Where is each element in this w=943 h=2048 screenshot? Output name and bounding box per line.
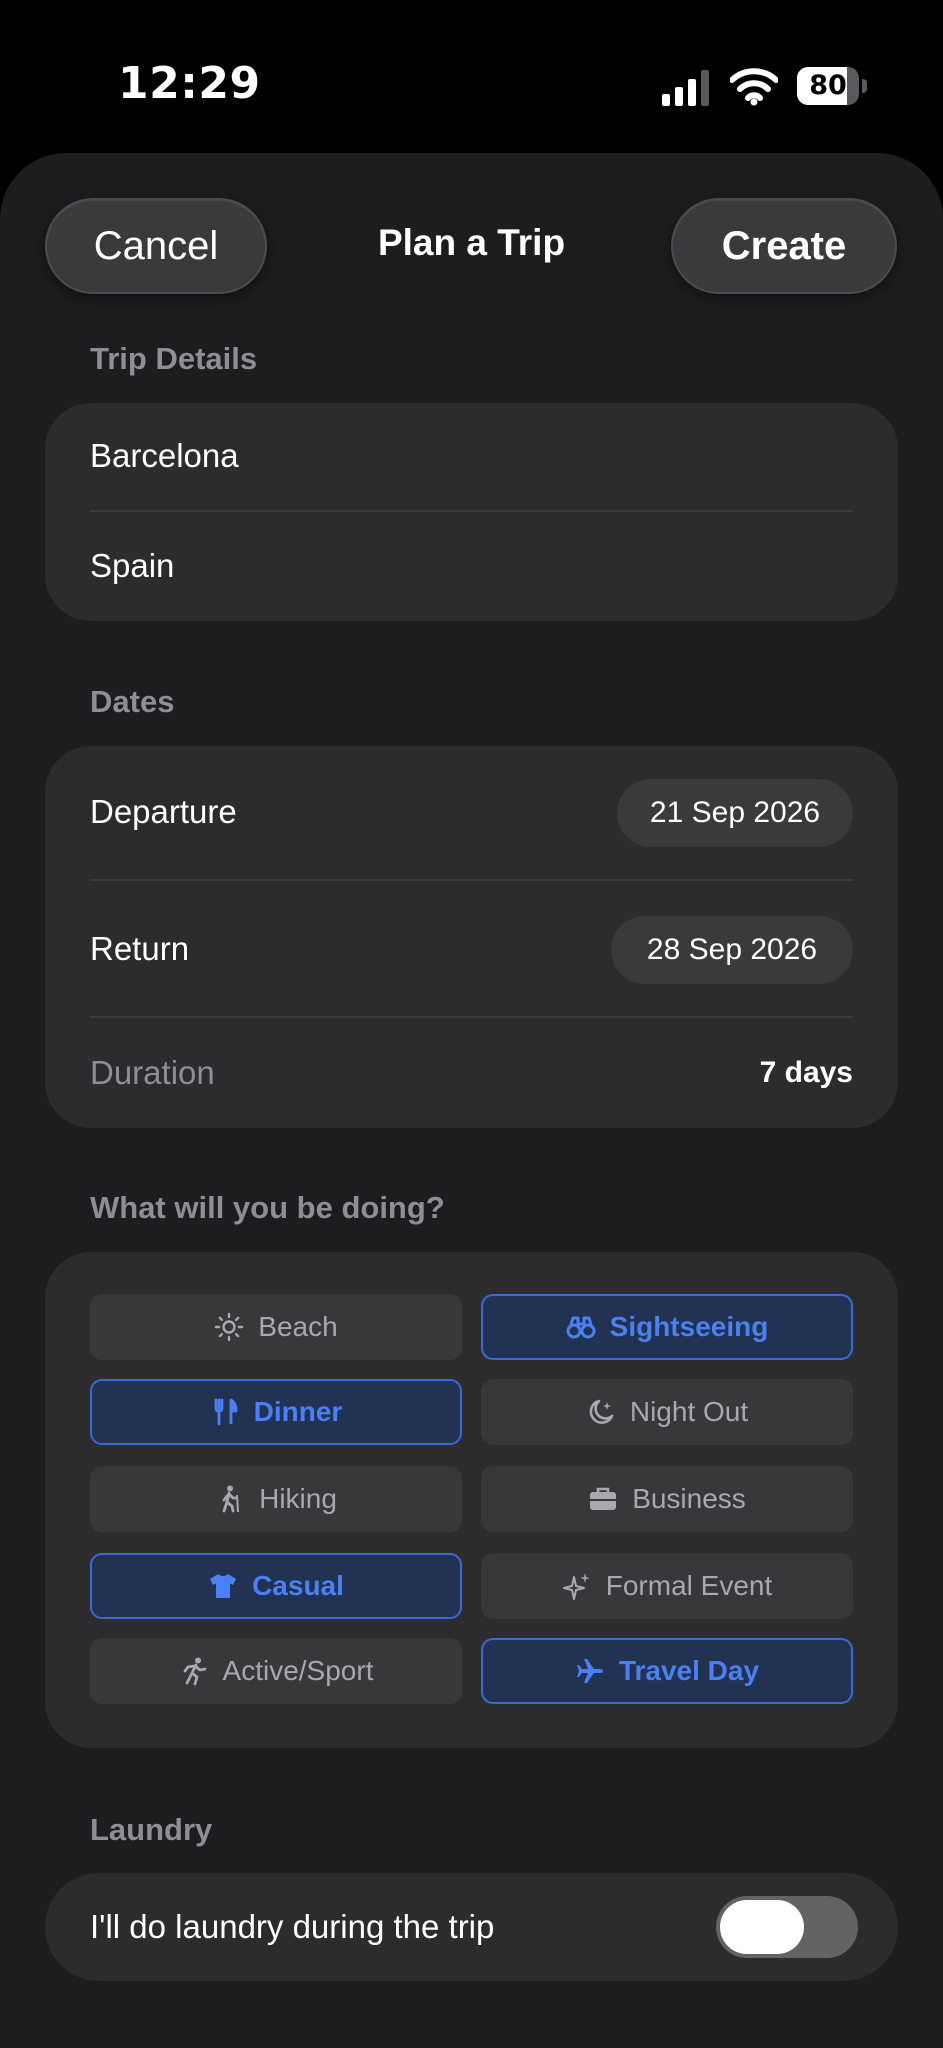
tshirt-icon [208,1571,238,1601]
activity-label: Formal Event [605,1570,773,1601]
divider [90,1016,853,1018]
city-field[interactable]: Barcelona [90,437,239,475]
activity-chip-sightseeing[interactable]: Sightseeing [481,1294,853,1360]
trip-details-header: Trip Details [90,341,258,376]
activity-label: Sightseeing [609,1311,769,1342]
activity-chip-night-out[interactable]: Night Out [481,1379,853,1445]
activity-label: Beach [258,1311,338,1342]
activity-label: Travel Day [618,1655,760,1686]
departure-label: Departure [90,793,237,830]
duration-value: 7 days [759,1056,853,1089]
binoculars-icon [566,1312,596,1342]
activity-chip-dinner[interactable]: Dinner [90,1379,462,1445]
divider [90,510,853,512]
runner-icon [179,1656,209,1686]
battery-icon: 80 [797,67,869,105]
return-label: Return [90,930,190,967]
moon-stars-icon [586,1397,616,1427]
battery-percent: 80 [809,70,847,101]
laundry-header: Laundry [90,1812,213,1847]
activity-label: Dinner [253,1396,343,1427]
activity-chip-casual[interactable]: Casual [90,1553,462,1619]
activity-label: Active/Sport [222,1655,374,1686]
activities-header: What will you be doing? [90,1190,445,1225]
activity-label: Business [632,1483,746,1514]
activity-chip-business[interactable]: Business [481,1466,853,1532]
activity-chip-travel-day[interactable]: Travel Day [481,1638,853,1704]
cellular-signal-icon [662,70,709,106]
toggle-knob [720,1900,804,1954]
dates-header: Dates [90,684,175,719]
activity-chip-hiking[interactable]: Hiking [90,1466,462,1532]
activity-label: Night Out [629,1396,749,1427]
activity-chip-beach[interactable]: Beach [90,1294,462,1360]
return-date-picker[interactable]: 28 Sep 2026 [611,916,853,984]
trip-details-card [45,403,898,621]
status-bar: 12:29 80 [0,0,943,150]
sun-icon [214,1312,244,1342]
laundry-toggle[interactable] [716,1896,858,1958]
duration-label: Duration [90,1054,215,1091]
laundry-label: I'll do laundry during the trip [90,1908,495,1945]
briefcase-icon [588,1484,618,1514]
activity-label: Casual [252,1570,344,1601]
hiker-icon [215,1484,245,1514]
divider [90,879,853,881]
departure-date-picker[interactable]: 21 Sep 2026 [617,779,853,847]
fork-knife-icon [210,1397,240,1427]
sparkles-icon [562,1571,592,1601]
create-button[interactable]: Create [671,198,897,294]
airplane-icon [575,1656,605,1686]
activity-label: Hiking [259,1483,337,1514]
activity-chip-formal-event[interactable]: Formal Event [481,1553,853,1619]
country-field[interactable]: Spain [90,547,174,585]
activity-chip-active-sport[interactable]: Active/Sport [90,1638,462,1704]
status-time: 12:29 [118,58,261,109]
wifi-icon [730,68,778,106]
